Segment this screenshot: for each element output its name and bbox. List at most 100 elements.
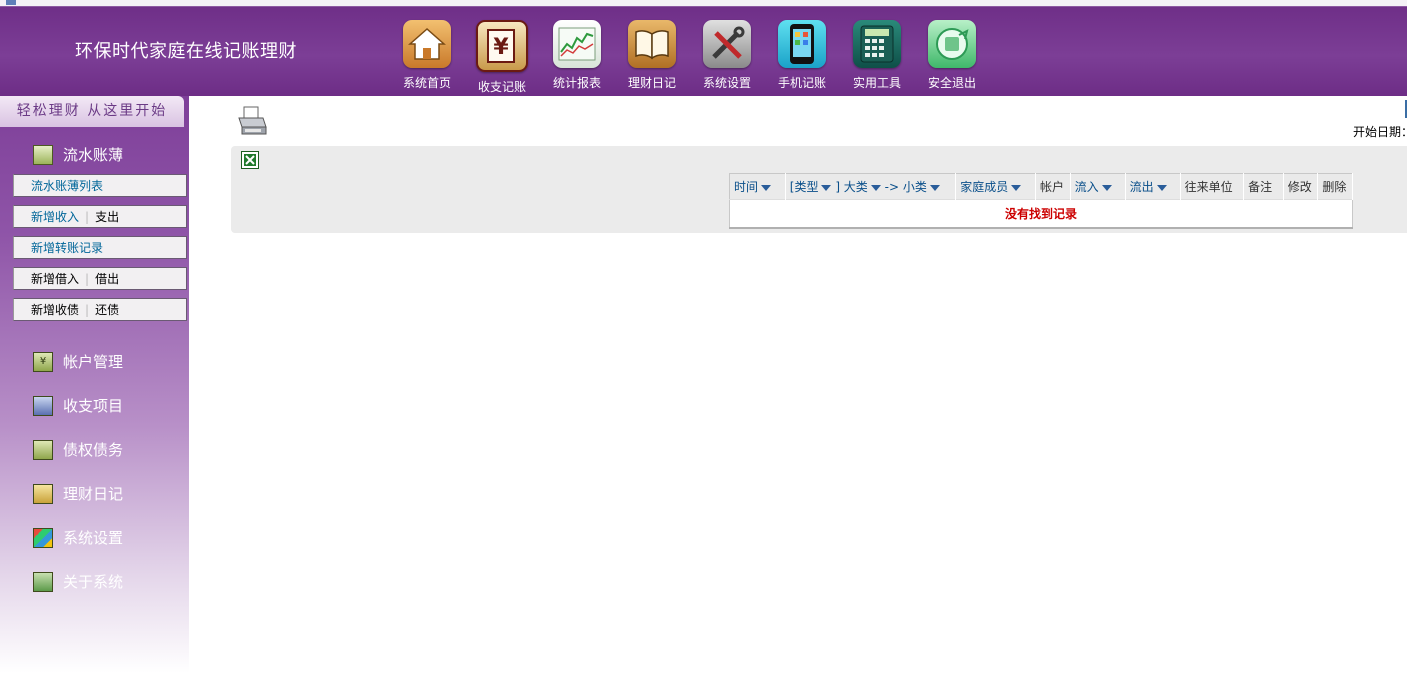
window-top-strip <box>0 0 1407 7</box>
app-title: 环保时代家庭在线记账理财 <box>75 41 297 62</box>
nav-report[interactable]: 统计报表 <box>545 20 609 91</box>
add-lend-link[interactable]: 借出 <box>95 272 119 286</box>
col-delete-label: 删除 <box>1322 180 1347 194</box>
col-account-label: 帐户 <box>1040 180 1065 194</box>
menu-items-label: 收支项目 <box>63 397 124 415</box>
col-type-category[interactable]: [类型 ] 大类 -> 小类 <box>785 173 957 200</box>
menu-diary[interactable]: 理财日记 <box>33 483 123 504</box>
col-note-label: 备注 <box>1248 180 1273 194</box>
nav-settings[interactable]: 系统设置 <box>695 20 759 91</box>
chart-report-icon <box>553 20 601 68</box>
menu-about-label: 关于系统 <box>63 573 124 591</box>
table-header-row: 时间 [类型 ] 大类 -> 小类 家庭成员 帐户 流入 流出 往来单位 备注 … <box>729 173 1353 200</box>
sidebar-slogan: 轻松理财 从这里开始 <box>0 96 184 127</box>
tools-icon <box>703 20 751 68</box>
nav-diary[interactable]: 理财日记 <box>620 20 684 91</box>
col-delete: 删除 <box>1317 173 1353 200</box>
add-income-link[interactable]: 新增收入 <box>31 210 79 224</box>
nav-ledger-label: 收支记账 <box>477 80 526 94</box>
nav-mobile[interactable]: 手机记账 <box>770 20 834 91</box>
subitem-ledger-list: 流水账薄列表 <box>13 174 187 197</box>
menu-debt[interactable]: 债权债务 <box>33 439 123 460</box>
menu-about[interactable]: 关于系统 <box>33 571 123 592</box>
col-partner: 往来单位 <box>1180 173 1245 200</box>
col-subcategory-label: -> 小类 <box>884 180 927 194</box>
nav-report-label: 统计报表 <box>552 76 601 90</box>
col-edit-label: 修改 <box>1287 180 1312 194</box>
subitem-income-expense: 新增收入 | 支出 <box>13 205 187 228</box>
ledger-list-link[interactable]: 流水账薄列表 <box>31 179 103 193</box>
empty-message: 没有找到记录 <box>729 199 1353 228</box>
mobile-phone-icon <box>778 20 826 68</box>
sort-down-icon <box>821 184 832 191</box>
home-icon <box>403 20 451 68</box>
sort-down-icon <box>1101 184 1112 191</box>
col-outflow-label: 流出 <box>1129 180 1154 194</box>
menu-account-label: 帐户管理 <box>63 353 124 371</box>
col-type-label: [类型 <box>789 180 819 194</box>
add-collect-link[interactable]: 新增收债 <box>31 303 79 317</box>
top-header: 环保时代家庭在线记账理财 系统首页 ¥ 收支记账 统计报表 理财日记 系统设置 <box>0 7 1407 96</box>
section-ledger-label: 流水账薄 <box>63 146 124 164</box>
sort-down-icon <box>1156 184 1167 191</box>
subitem-collect-repay: 新增收债 | 还债 <box>13 298 187 321</box>
ledger-icon <box>33 144 53 165</box>
menu-settings[interactable]: 系统设置 <box>33 527 123 548</box>
col-account: 帐户 <box>1035 173 1071 200</box>
account-icon: ¥ <box>33 351 53 372</box>
separator: | <box>85 303 90 317</box>
nav-ledger[interactable]: ¥ 收支记账 <box>470 20 534 95</box>
windows-settings-icon <box>33 527 53 548</box>
add-transfer-link[interactable]: 新增转账记录 <box>31 241 103 255</box>
menu-account[interactable]: ¥ 帐户管理 <box>33 351 123 372</box>
add-expense-link[interactable]: 支出 <box>95 210 119 224</box>
subitem-borrow-lend: 新增借入 | 借出 <box>13 267 187 290</box>
start-date-label: 开始日期： <box>1353 125 1407 139</box>
sort-down-icon <box>761 184 772 191</box>
subitem-transfer: 新增转账记录 <box>13 236 187 259</box>
section-ledger[interactable]: 流水账薄 <box>33 144 123 165</box>
diary-icon <box>33 483 53 504</box>
col-inflow[interactable]: 流入 <box>1070 173 1126 200</box>
nav-logout-label: 安全退出 <box>927 76 976 90</box>
sort-down-icon <box>1011 184 1022 191</box>
nav-home[interactable]: 系统首页 <box>395 20 459 91</box>
about-icon <box>33 571 53 592</box>
debt-icon <box>33 439 53 460</box>
col-member-label: 家庭成员 <box>960 180 1009 194</box>
sidebar: 轻松理财 从这里开始 流水账薄 流水账薄列表 新增收入 | 支出 新增转账记录 新增… <box>0 96 189 673</box>
col-outflow[interactable]: 流出 <box>1125 173 1181 200</box>
menu-diary-label: 理财日记 <box>63 485 124 503</box>
sort-down-icon <box>870 184 881 191</box>
add-borrow-link[interactable]: 新增借入 <box>31 272 79 286</box>
records-table: 时间 [类型 ] 大类 -> 小类 家庭成员 帐户 流入 流出 往来单位 备注 … <box>729 173 1353 229</box>
col-time[interactable]: 时间 <box>729 173 786 200</box>
col-edit: 修改 <box>1283 173 1319 200</box>
excel-export-icon[interactable] <box>241 151 259 169</box>
calculator-icon <box>853 20 901 68</box>
book-icon <box>628 20 676 68</box>
exit-icon <box>928 20 976 68</box>
window-corner-icon <box>6 0 16 5</box>
add-repay-link[interactable]: 还债 <box>95 303 119 317</box>
nav-tools[interactable]: 实用工具 <box>845 20 909 91</box>
sort-down-icon <box>929 184 940 191</box>
nav-logout[interactable]: 安全退出 <box>920 20 984 91</box>
yen-ledger-icon: ¥ <box>476 20 528 72</box>
nav-settings-label: 系统设置 <box>702 76 751 90</box>
printer-icon[interactable] <box>236 105 268 137</box>
col-time-label: 时间 <box>734 180 759 194</box>
separator: | <box>85 272 90 286</box>
separator: | <box>85 210 90 224</box>
col-partner-label: 往来单位 <box>1184 180 1233 194</box>
col-member[interactable]: 家庭成员 <box>955 173 1037 200</box>
col-category-label: ] 大类 <box>835 180 868 194</box>
nav-mobile-label: 手机记账 <box>777 76 826 90</box>
nav-tools-label: 实用工具 <box>852 76 901 90</box>
col-note: 备注 <box>1243 173 1284 200</box>
nav-home-label: 系统首页 <box>402 76 451 90</box>
col-inflow-label: 流入 <box>1074 180 1099 194</box>
menu-items[interactable]: 收支项目 <box>33 395 123 416</box>
menu-settings-label: 系统设置 <box>63 529 124 547</box>
items-icon <box>33 395 53 416</box>
